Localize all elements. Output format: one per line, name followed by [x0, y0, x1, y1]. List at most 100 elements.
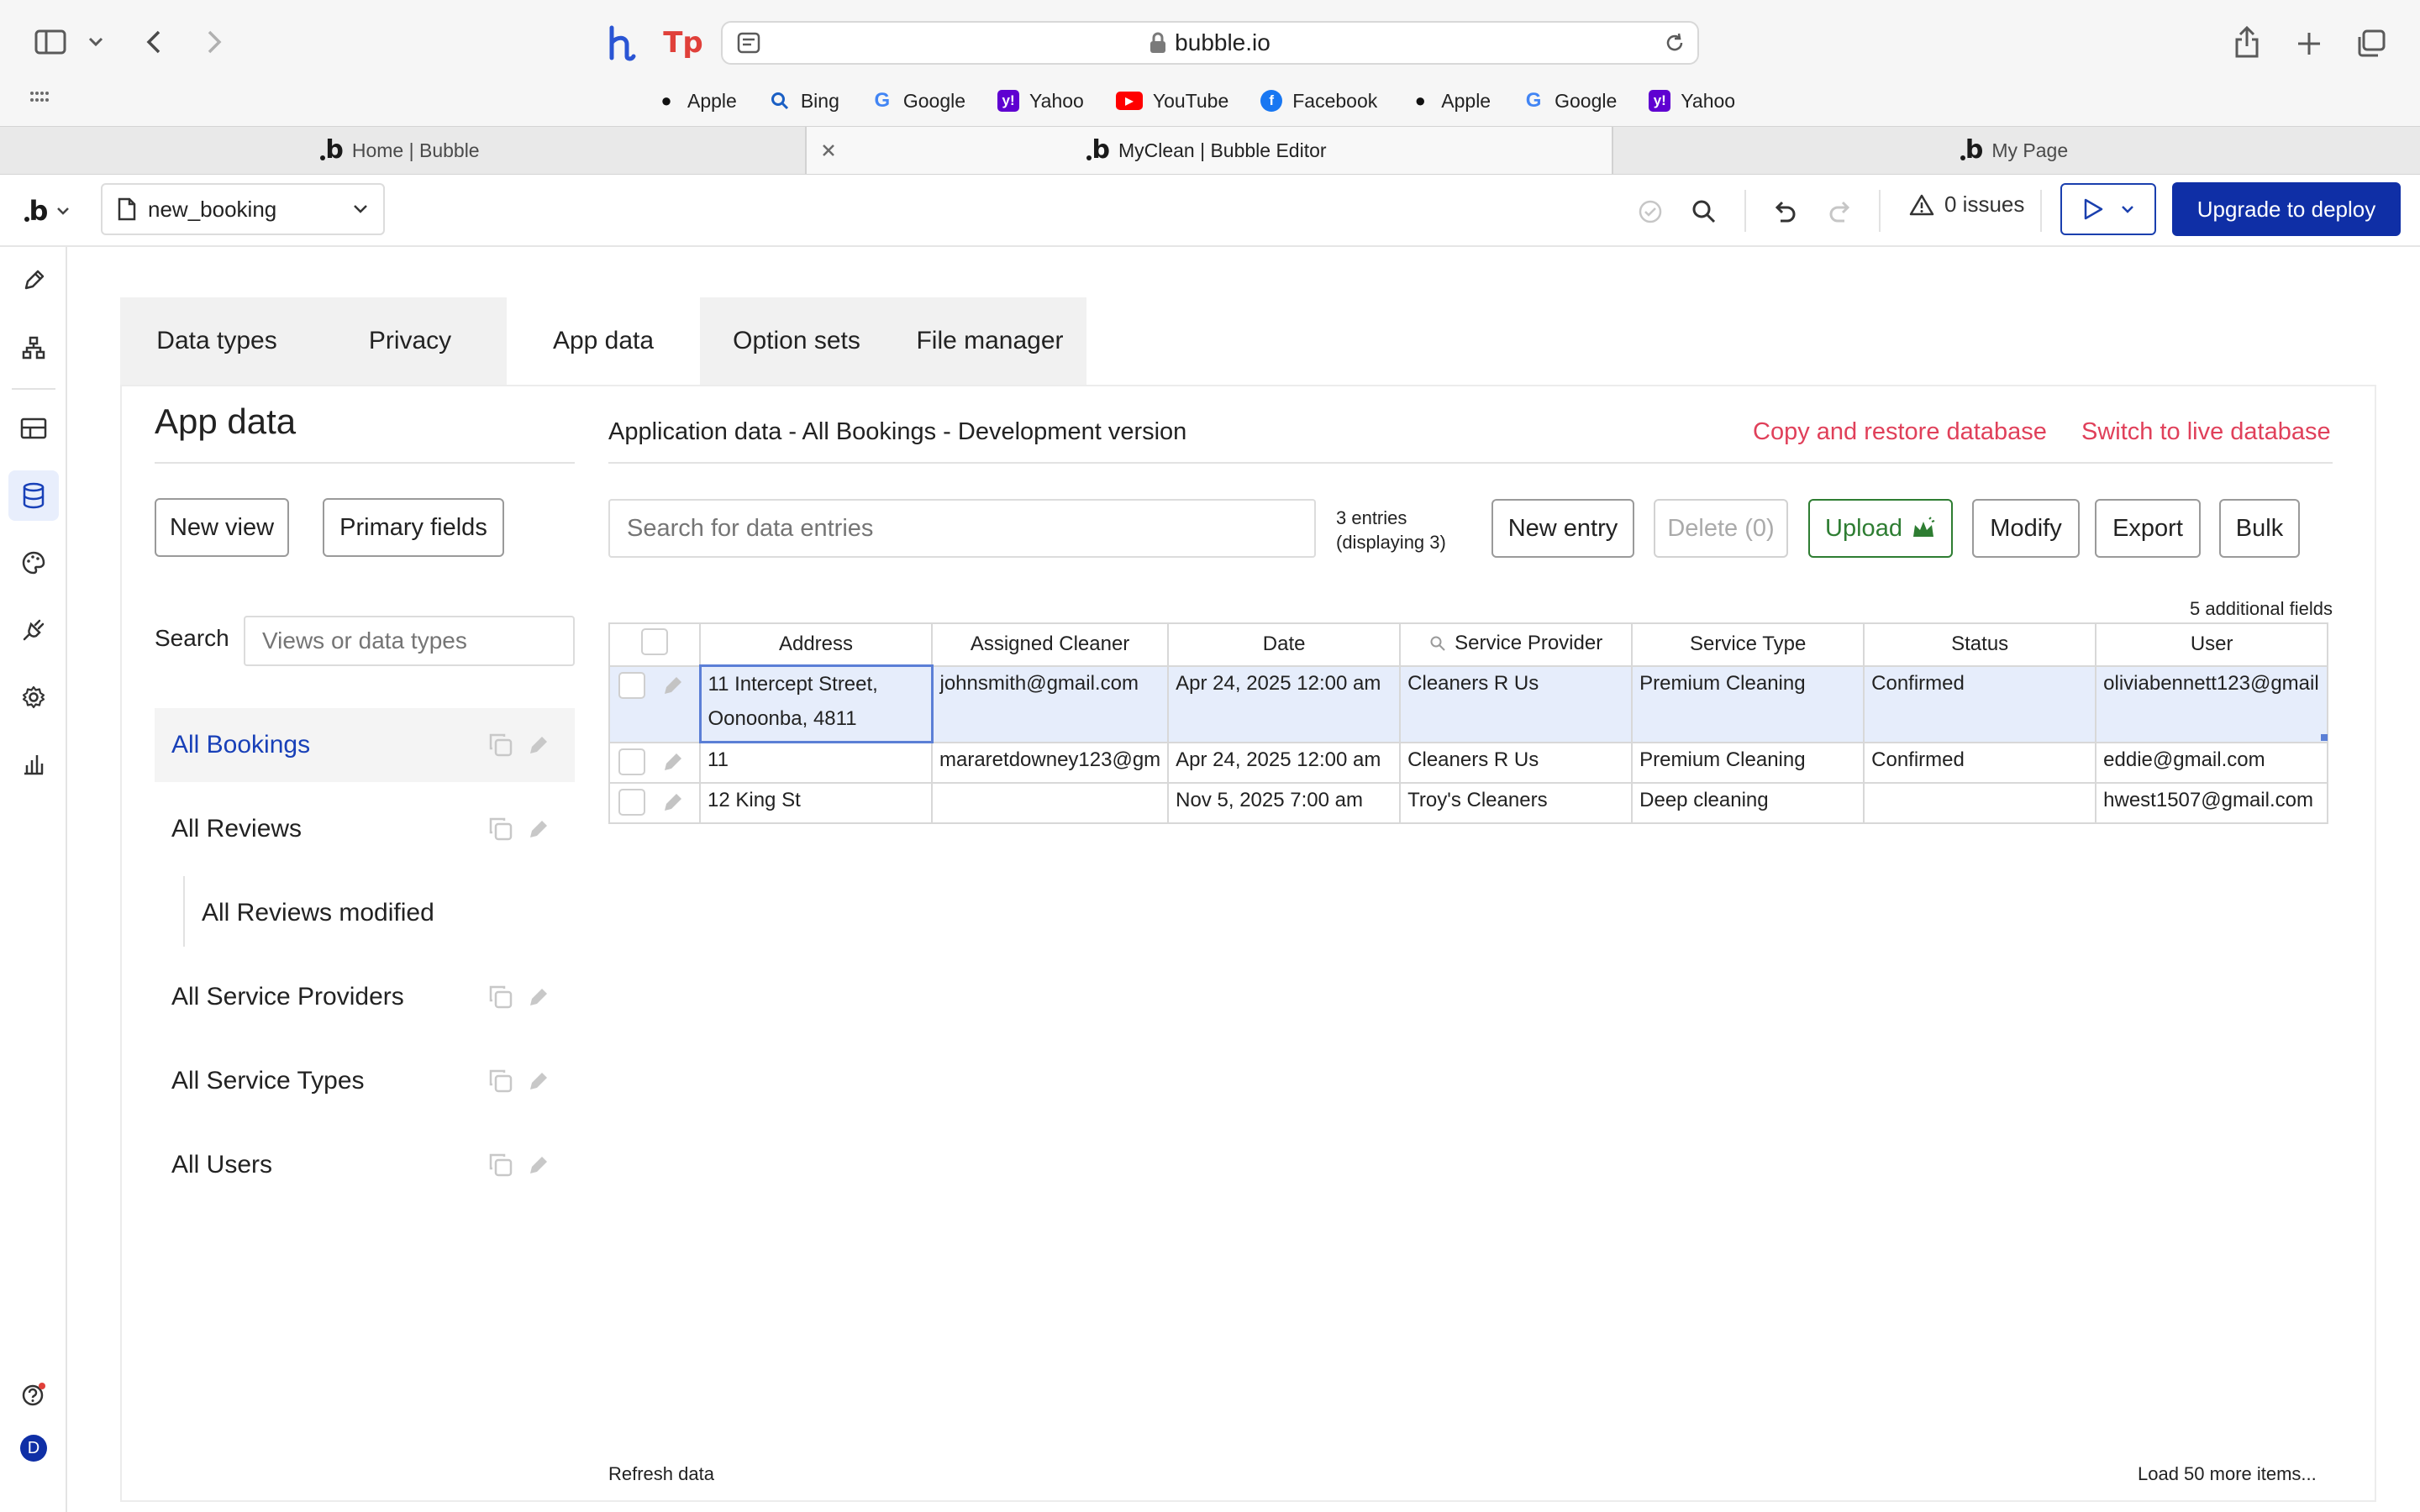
column-header-address[interactable]: Address — [699, 622, 933, 667]
cell-status[interactable]: Confirmed — [1863, 741, 2097, 784]
cell-service-provider[interactable]: Cleaners R Us — [1399, 664, 1634, 743]
copy-icon[interactable] — [487, 732, 514, 759]
tab-data-types[interactable]: Data types — [120, 297, 313, 385]
bookmark-yahoo-2[interactable]: y! Yahoo — [1649, 90, 1735, 113]
load-more-link[interactable]: Load 50 more items... — [2138, 1463, 2317, 1485]
reload-icon[interactable] — [1660, 29, 1689, 56]
edit-pencil-icon[interactable] — [526, 1152, 551, 1178]
primary-fields-button[interactable]: Primary fields — [323, 498, 504, 557]
settings-gear-icon[interactable] — [17, 680, 50, 714]
avatar[interactable]: D — [17, 1431, 50, 1465]
close-tab-icon[interactable] — [817, 139, 840, 162]
tab-home-bubble[interactable]: b Home | Bubble — [0, 127, 805, 174]
cell-service-provider[interactable]: Cleaners R Us — [1399, 741, 1634, 784]
edit-pencil-icon[interactable] — [660, 673, 686, 698]
tab-app-data[interactable]: App data — [507, 297, 700, 385]
check-icon[interactable] — [1634, 195, 1667, 228]
row-checkbox[interactable] — [618, 748, 645, 775]
view-all-service-providers[interactable]: All Service Providers — [155, 960, 575, 1034]
column-header-user[interactable]: User — [2095, 622, 2329, 667]
refresh-data-link[interactable]: Refresh data — [608, 1463, 714, 1485]
cell-date[interactable]: Apr 24, 2025 12:00 am — [1167, 664, 1402, 743]
edit-pencil-icon[interactable] — [526, 732, 551, 758]
help-icon[interactable] — [17, 1378, 50, 1411]
upload-button[interactable]: Upload — [1808, 499, 1953, 558]
column-header-assigned-cleaner[interactable]: Assigned Cleaner — [930, 622, 1170, 667]
column-header-date[interactable]: Date — [1167, 622, 1402, 667]
delete-button[interactable]: Delete (0) — [1654, 499, 1788, 558]
page-selector[interactable]: new_booking — [101, 183, 385, 235]
modify-button[interactable]: Modify — [1972, 499, 2080, 558]
preview-button[interactable] — [2060, 183, 2156, 235]
styles-layout-icon[interactable] — [17, 412, 50, 445]
sidebar-toggle-icon[interactable] — [32, 25, 69, 59]
table-row[interactable]: 11 mararetdowney123@gm Apr 24, 2025 12:0… — [608, 741, 2329, 784]
cell-date[interactable]: Apr 24, 2025 12:00 am — [1167, 741, 1402, 784]
edit-pencil-icon[interactable] — [526, 984, 551, 1010]
export-button[interactable]: Export — [2095, 499, 2201, 558]
tab-myclean-editor[interactable]: b MyClean | Bubble Editor — [807, 127, 1612, 174]
view-all-service-types[interactable]: All Service Types — [155, 1044, 575, 1118]
redo-icon[interactable] — [1823, 195, 1857, 228]
new-entry-button[interactable]: New entry — [1491, 499, 1634, 558]
tab-privacy[interactable]: Privacy — [313, 297, 507, 385]
extension-tp-icon[interactable]: Tp — [663, 24, 703, 62]
bookmark-apple[interactable]: ● Apple — [655, 90, 736, 113]
view-all-bookings[interactable]: All Bookings — [155, 708, 575, 782]
view-all-reviews[interactable]: All Reviews — [155, 792, 575, 866]
new-tab-icon[interactable] — [2291, 25, 2328, 62]
switch-live-database-link[interactable]: Switch to live database — [2081, 418, 2331, 446]
workflow-icon[interactable] — [17, 331, 50, 365]
bookmark-youtube[interactable]: ▶ YouTube — [1115, 90, 1228, 113]
cell-assigned-cleaner[interactable] — [930, 781, 1170, 824]
cell-status[interactable] — [1863, 781, 2097, 824]
chevron-down-icon[interactable] — [86, 30, 106, 54]
edit-pencil-icon[interactable] — [660, 790, 686, 815]
edit-pencil-icon[interactable] — [526, 816, 551, 842]
plugins-icon[interactable] — [17, 613, 50, 647]
upgrade-to-deploy-button[interactable]: Upgrade to deploy — [2172, 182, 2401, 236]
design-pencil-icon[interactable] — [17, 264, 50, 297]
copy-icon[interactable] — [487, 816, 514, 843]
bookmark-facebook[interactable]: f Facebook — [1260, 90, 1377, 113]
issues-indicator[interactable]: 0 issues — [1909, 192, 2024, 218]
copy-restore-database-link[interactable]: Copy and restore database — [1753, 418, 2047, 446]
search-icon[interactable] — [1687, 195, 1721, 228]
bookmark-google[interactable]: G Google — [871, 89, 966, 113]
data-database-icon[interactable] — [8, 470, 59, 521]
palette-icon[interactable] — [17, 546, 50, 580]
cell-service-type[interactable]: Premium Cleaning — [1631, 741, 1865, 784]
logs-chart-icon[interactable] — [17, 748, 50, 781]
cell-address[interactable]: 12 King St — [699, 781, 933, 824]
bookmark-apple-2[interactable]: ● Apple — [1409, 90, 1491, 113]
table-row[interactable]: 11 Intercept Street, Oonoonba, 4811 john… — [608, 664, 2329, 743]
edit-pencil-icon[interactable] — [660, 749, 686, 774]
cell-user[interactable]: hwest1507@gmail.com — [2095, 781, 2329, 824]
views-search-input[interactable] — [244, 616, 575, 666]
tab-overview-icon[interactable] — [2353, 25, 2390, 62]
cell-assigned-cleaner[interactable]: johnsmith@gmail.com — [930, 664, 1170, 743]
edit-pencil-icon[interactable] — [526, 1068, 551, 1094]
view-all-reviews-modified[interactable]: All Reviews modified — [185, 876, 575, 950]
bookmark-bing[interactable]: Bing — [769, 90, 839, 113]
bulk-button[interactable]: Bulk — [2219, 499, 2300, 558]
cell-status[interactable]: Confirmed — [1863, 664, 2097, 743]
tab-file-manager[interactable]: File manager — [893, 297, 1086, 385]
cell-user[interactable]: eddie@gmail.com — [2095, 741, 2329, 784]
new-view-button[interactable]: New view — [155, 498, 289, 557]
cell-address[interactable]: 11 Intercept Street, Oonoonba, 4811 — [698, 664, 934, 743]
apps-grid-icon[interactable] — [29, 87, 50, 109]
cell-user[interactable]: oliviabennett123@gmail — [2095, 664, 2329, 743]
view-all-users[interactable]: All Users — [155, 1128, 575, 1202]
address-bar[interactable]: bubble.io — [721, 21, 1699, 65]
cell-assigned-cleaner[interactable]: mararetdowney123@gm — [930, 741, 1170, 784]
select-all-header[interactable] — [608, 622, 701, 667]
resize-handle[interactable] — [2321, 734, 2328, 741]
undo-icon[interactable] — [1768, 195, 1802, 228]
tab-my-page[interactable]: b My Page — [1613, 127, 2420, 174]
cell-service-provider[interactable]: Troy's Cleaners — [1399, 781, 1634, 824]
column-header-status[interactable]: Status — [1863, 622, 2097, 667]
bubble-menu-button[interactable]: b — [20, 193, 79, 228]
share-icon[interactable] — [2228, 24, 2265, 60]
row-checkbox[interactable] — [618, 671, 645, 699]
